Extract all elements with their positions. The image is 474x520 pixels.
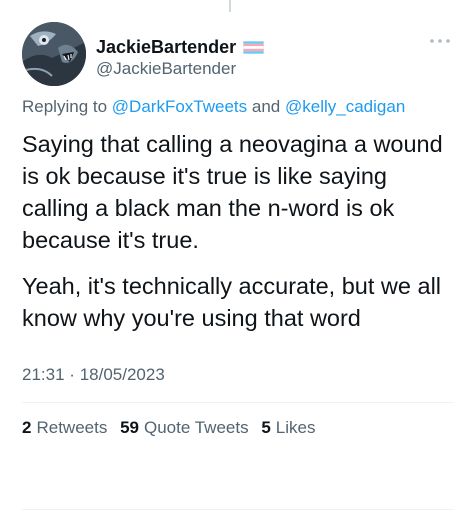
author-names: JackieBartender @JackieBartender [96, 36, 265, 80]
likes-label: Likes [275, 418, 316, 437]
tweet-header: JackieBartender @JackieBartender [22, 22, 454, 88]
mention-darkfoxtweets[interactable]: @DarkFoxTweets [112, 97, 247, 116]
more-options-icon[interactable] [428, 34, 452, 46]
divider [22, 402, 454, 403]
retweets-label: Retweets [36, 418, 108, 437]
replying-to-label: Replying to [22, 97, 108, 116]
likes-count: 5 [261, 418, 271, 437]
tweet-paragraph-1: Saying that calling a neovagina a wound … [22, 131, 443, 253]
tweet-time: 21:31 [22, 365, 65, 384]
bottom-divider [22, 509, 454, 510]
likes-stat[interactable]: 5 Likes [261, 418, 315, 437]
avatar[interactable] [22, 22, 86, 86]
retweets-count: 2 [22, 418, 32, 437]
tweet-stats: 2 Retweets 59 Quote Tweets 5 Likes [22, 417, 454, 439]
timestamp-separator: · [69, 365, 75, 384]
transgender-flag-icon [243, 40, 265, 54]
tweet-timestamp[interactable]: 21:31 · 18/05/2023 [22, 364, 454, 386]
author-handle[interactable]: @JackieBartender [96, 58, 264, 80]
quote-tweets-count: 59 [120, 418, 139, 437]
retweets-stat[interactable]: 2 Retweets [22, 418, 107, 437]
replying-to-line: Replying to @DarkFoxTweets and @kelly_ca… [22, 96, 454, 118]
mention-kelly-cadigan[interactable]: @kelly_cadigan [285, 97, 405, 116]
quote-tweets-stat[interactable]: 59 Quote Tweets [120, 418, 249, 437]
quote-tweets-label: Quote Tweets [144, 418, 249, 437]
tweet-body: Saying that calling a neovagina a wound … [22, 128, 454, 334]
replying-conjunction: and [251, 97, 281, 116]
thread-connector-line [229, 0, 231, 12]
display-name-row: JackieBartender [96, 36, 265, 58]
tweet: JackieBartender @JackieBartender Replyin… [22, 22, 454, 439]
tweet-paragraph-2: Yeah, it's technically accurate, but we … [22, 273, 442, 331]
tweet-date: 18/05/2023 [79, 365, 165, 384]
avatar-image [22, 22, 86, 86]
display-name[interactable]: JackieBartender [96, 36, 236, 58]
